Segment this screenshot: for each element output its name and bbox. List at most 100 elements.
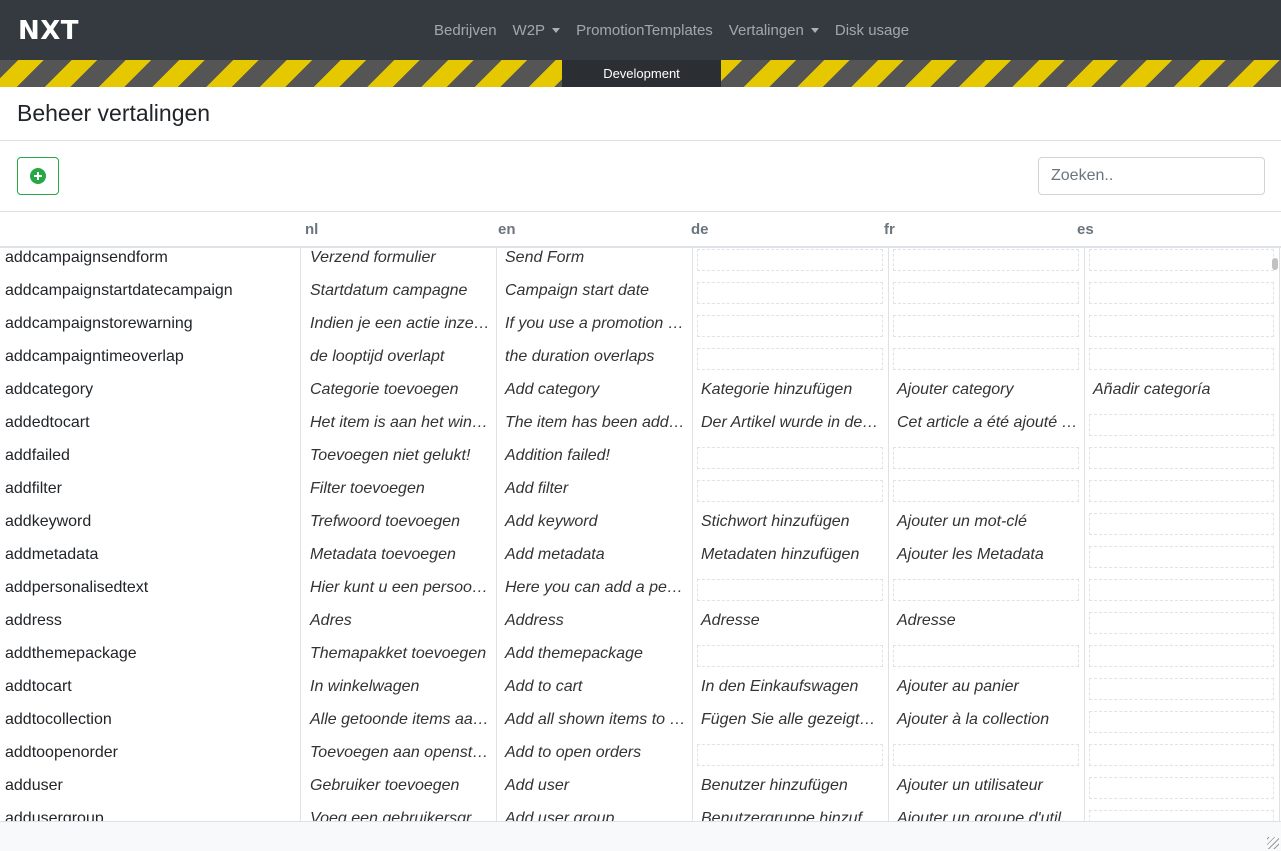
translation-cell-de[interactable]: Benutzer hinzufügen — [692, 776, 887, 809]
vertical-scrollbar[interactable] — [1272, 258, 1278, 270]
empty-translation-field-de[interactable] — [697, 282, 883, 304]
nav-item-vertalingen[interactable]: Vertalingen — [721, 22, 827, 39]
translation-cell-nl[interactable]: Alle getoonde items aa… — [301, 710, 496, 743]
brand-logo[interactable]: NXT — [18, 16, 79, 46]
empty-translation-field-de[interactable] — [697, 579, 883, 601]
translation-cell-nl[interactable]: Het item is aan het win… — [301, 413, 496, 446]
empty-translation-field-es[interactable] — [1089, 579, 1274, 601]
search-input[interactable] — [1038, 157, 1265, 195]
empty-translation-field-es[interactable] — [1089, 282, 1274, 304]
translation-cell-fr[interactable]: Adresse — [888, 611, 1084, 644]
translation-cell-en[interactable]: If you use a promotion … — [496, 314, 692, 347]
resize-grip-icon[interactable] — [1267, 837, 1279, 849]
translation-cell-en[interactable]: Add category — [496, 380, 692, 413]
translation-cell-nl[interactable]: de looptijd overlapt — [301, 347, 496, 380]
nav-item-w2p[interactable]: W2P — [505, 22, 569, 39]
translation-cell-de[interactable]: Adresse — [692, 611, 887, 644]
column-header-nl[interactable]: nl — [305, 221, 318, 238]
translation-cell-en[interactable]: Send Form — [496, 248, 692, 281]
empty-translation-field-de[interactable] — [697, 744, 883, 766]
empty-translation-field-es[interactable] — [1089, 744, 1274, 766]
empty-translation-field-fr[interactable] — [893, 282, 1079, 304]
empty-translation-field-fr[interactable] — [893, 447, 1079, 469]
translation-cell-de[interactable]: Der Artikel wurde in de… — [692, 413, 887, 446]
empty-translation-field-es[interactable] — [1089, 777, 1274, 799]
translation-cell-nl[interactable]: Gebruiker toevoegen — [301, 776, 496, 809]
empty-translation-field-fr[interactable] — [893, 645, 1079, 667]
empty-translation-field-es[interactable] — [1089, 711, 1274, 733]
translation-cell-de[interactable]: Kategorie hinzufügen — [692, 380, 887, 413]
empty-translation-field-es[interactable] — [1089, 315, 1274, 337]
empty-translation-field-de[interactable] — [697, 249, 883, 271]
translation-cell-nl[interactable]: Verzend formulier — [301, 248, 496, 281]
empty-translation-field-fr[interactable] — [893, 315, 1079, 337]
translation-cell-fr[interactable]: Ajouter un groupe d'util… — [888, 809, 1084, 821]
translation-cell-en[interactable]: Add all shown items to … — [496, 710, 692, 743]
empty-translation-field-es[interactable] — [1089, 546, 1274, 568]
empty-translation-field-es[interactable] — [1089, 612, 1274, 634]
empty-translation-field-fr[interactable] — [893, 744, 1079, 766]
translation-cell-en[interactable]: Address — [496, 611, 692, 644]
translation-cell-en[interactable]: Add keyword — [496, 512, 692, 545]
empty-translation-field-fr[interactable] — [893, 249, 1079, 271]
translation-cell-en[interactable]: Campaign start date — [496, 281, 692, 314]
translation-cell-nl[interactable]: In winkelwagen — [301, 677, 496, 710]
empty-translation-field-es[interactable] — [1089, 348, 1274, 370]
column-header-de[interactable]: de — [691, 221, 709, 238]
add-translation-button[interactable] — [17, 157, 59, 195]
empty-translation-field-fr[interactable] — [893, 579, 1079, 601]
empty-translation-field-de[interactable] — [697, 315, 883, 337]
empty-translation-field-es[interactable] — [1089, 249, 1274, 271]
nav-item-disk-usage[interactable]: Disk usage — [827, 22, 917, 39]
translation-cell-en[interactable]: Add metadata — [496, 545, 692, 578]
translation-cell-fr[interactable]: Ajouter un utilisateur — [888, 776, 1084, 809]
translation-cell-de[interactable]: Benutzergruppe hinzufü… — [692, 809, 887, 821]
translation-cell-en[interactable]: Here you can add a per… — [496, 578, 692, 611]
nav-item-promotiontemplates[interactable]: PromotionTemplates — [568, 22, 721, 39]
translation-cell-fr[interactable]: Ajouter au panier — [888, 677, 1084, 710]
translation-cell-de[interactable]: In den Einkaufswagen — [692, 677, 887, 710]
translation-cell-nl[interactable]: Trefwoord toevoegen — [301, 512, 496, 545]
translation-cell-nl[interactable]: Adres — [301, 611, 496, 644]
translation-cell-en[interactable]: Add to cart — [496, 677, 692, 710]
translation-cell-en[interactable]: the duration overlaps — [496, 347, 692, 380]
translation-cell-de[interactable]: Stichwort hinzufügen — [692, 512, 887, 545]
empty-translation-field-es[interactable] — [1089, 513, 1274, 535]
empty-translation-field-es[interactable] — [1089, 414, 1274, 436]
empty-translation-field-de[interactable] — [697, 447, 883, 469]
translation-cell-nl[interactable]: Categorie toevoegen — [301, 380, 496, 413]
translation-cell-nl[interactable]: Metadata toevoegen — [301, 545, 496, 578]
translation-cell-nl[interactable]: Toevoegen aan opensta… — [301, 743, 496, 776]
empty-translation-field-de[interactable] — [697, 348, 883, 370]
nav-item-bedrijven[interactable]: Bedrijven — [426, 22, 505, 39]
translation-cell-en[interactable]: Add user group — [496, 809, 692, 821]
empty-translation-field-es[interactable] — [1089, 480, 1274, 502]
translation-cell-en[interactable]: The item has been adde… — [496, 413, 692, 446]
translation-cell-nl[interactable]: Filter toevoegen — [301, 479, 496, 512]
translation-cell-en[interactable]: Add filter — [496, 479, 692, 512]
translation-cell-es[interactable]: Añadir categoría — [1084, 380, 1274, 413]
column-header-en[interactable]: en — [498, 221, 516, 238]
empty-translation-field-es[interactable] — [1089, 810, 1274, 821]
translation-cell-en[interactable]: Add to open orders — [496, 743, 692, 776]
translation-cell-nl[interactable]: Startdatum campagne — [301, 281, 496, 314]
translation-cell-en[interactable]: Addition failed! — [496, 446, 692, 479]
translation-cell-fr[interactable]: Ajouter un mot-clé — [888, 512, 1084, 545]
empty-translation-field-fr[interactable] — [893, 480, 1079, 502]
empty-translation-field-fr[interactable] — [893, 348, 1079, 370]
translation-cell-en[interactable]: Add user — [496, 776, 692, 809]
translation-cell-fr[interactable]: Cet article a été ajouté … — [888, 413, 1084, 446]
translation-cell-de[interactable]: Metadaten hinzufügen — [692, 545, 887, 578]
translation-cell-de[interactable]: Fügen Sie alle gezeigten… — [692, 710, 887, 743]
empty-translation-field-es[interactable] — [1089, 447, 1274, 469]
translation-cell-nl[interactable]: Voeg een gebruikersgro… — [301, 809, 496, 821]
column-header-es[interactable]: es — [1077, 221, 1094, 238]
translation-cell-nl[interactable]: Indien je een actie inzet… — [301, 314, 496, 347]
translation-cell-nl[interactable]: Hier kunt u een persoon… — [301, 578, 496, 611]
translation-cell-fr[interactable]: Ajouter à la collection — [888, 710, 1084, 743]
translation-cell-nl[interactable]: Themapakket toevoegen — [301, 644, 496, 677]
empty-translation-field-de[interactable] — [697, 480, 883, 502]
translation-cell-nl[interactable]: Toevoegen niet gelukt! — [301, 446, 496, 479]
empty-translation-field-de[interactable] — [697, 645, 883, 667]
empty-translation-field-es[interactable] — [1089, 678, 1274, 700]
